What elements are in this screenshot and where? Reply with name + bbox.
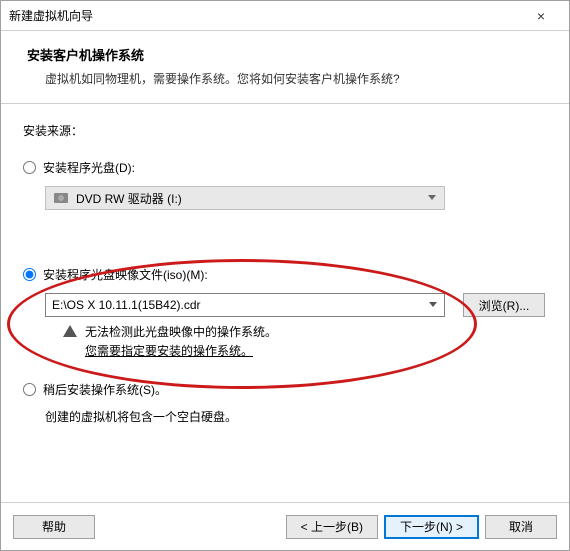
close-icon[interactable]: × [521, 8, 561, 24]
iso-path-input[interactable] [45, 293, 445, 317]
radio-install-later-label: 稍后安装操作系统(S)。 [43, 381, 167, 398]
titlebar: 新建虚拟机向导 × [1, 1, 569, 31]
wizard-window: 新建虚拟机向导 × 安装客户机操作系统 虚拟机如同物理机，需要操作系统。您将如何… [0, 0, 570, 551]
window-title: 新建虚拟机向导 [9, 7, 521, 24]
help-button[interactable]: 帮助 [13, 515, 95, 539]
option-installer-iso: 安装程序光盘映像文件(iso)(M): 浏览(R)... 无法检测此光盘映像中的… [23, 266, 547, 359]
radio-installer-disc-label: 安装程序光盘(D): [43, 159, 135, 176]
disc-icon [54, 193, 68, 203]
radio-installer-iso-label: 安装程序光盘映像文件(iso)(M): [43, 266, 208, 283]
wizard-footer: 帮助 < 上一步(B) 下一步(N) > 取消 [1, 502, 569, 550]
radio-installer-disc[interactable] [23, 161, 36, 174]
chevron-down-icon [428, 195, 436, 200]
option-install-later: 稍后安装操作系统(S)。 创建的虚拟机将包含一个空白硬盘。 [23, 381, 547, 425]
next-button[interactable]: 下一步(N) > [384, 515, 479, 539]
warning-icon [63, 325, 77, 337]
install-later-desc: 创建的虚拟机将包含一个空白硬盘。 [45, 408, 547, 425]
radio-install-later[interactable] [23, 383, 36, 396]
back-button[interactable]: < 上一步(B) [286, 515, 378, 539]
page-title: 安装客户机操作系统 [27, 45, 543, 64]
drive-dropdown[interactable]: DVD RW 驱动器 (I:) [45, 186, 445, 210]
install-source-label: 安装来源： [23, 122, 547, 139]
iso-warning: 无法检测此光盘映像中的操作系统。 [63, 323, 547, 340]
browse-button[interactable]: 浏览(R)... [463, 293, 545, 317]
drive-dropdown-text: DVD RW 驱动器 (I:) [76, 190, 182, 207]
iso-warning-line1: 无法检测此光盘映像中的操作系统。 [85, 323, 277, 340]
iso-warning-line2[interactable]: 您需要指定要安装的操作系统。 [85, 342, 547, 359]
radio-installer-iso[interactable] [23, 268, 36, 281]
cancel-button[interactable]: 取消 [485, 515, 557, 539]
wizard-content: 安装来源： 安装程序光盘(D): DVD RW 驱动器 (I:) 安装程序光盘映… [1, 104, 569, 502]
option-installer-disc: 安装程序光盘(D): DVD RW 驱动器 (I:) [23, 159, 547, 210]
wizard-header: 安装客户机操作系统 虚拟机如同物理机，需要操作系统。您将如何安装客户机操作系统? [1, 31, 569, 104]
page-subtitle: 虚拟机如同物理机，需要操作系统。您将如何安装客户机操作系统? [27, 70, 543, 87]
